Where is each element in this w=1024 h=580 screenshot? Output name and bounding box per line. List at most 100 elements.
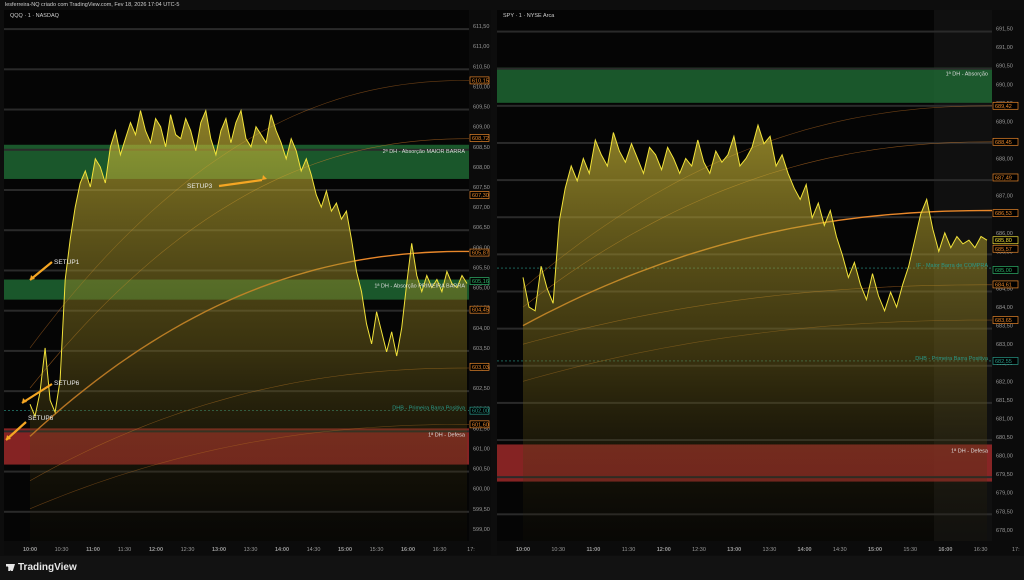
price-tag-label: 684,61 bbox=[995, 282, 1012, 288]
y-tick-label: 679,50 bbox=[996, 472, 1013, 478]
y-tick-label: 602,50 bbox=[473, 386, 490, 392]
setup-label: SETUP3 bbox=[187, 183, 213, 190]
price-tag-label: 604,45 bbox=[472, 308, 489, 314]
price-tag-label: 682,55 bbox=[995, 359, 1012, 365]
y-tick-label: 683,00 bbox=[996, 342, 1013, 348]
price-tag-label: 603,03 bbox=[472, 365, 489, 371]
y-tick-label: 684,00 bbox=[996, 305, 1013, 311]
x-tick-label: 10:30 bbox=[551, 547, 565, 553]
y-tick-label: 689,00 bbox=[996, 119, 1013, 125]
x-tick-label: 12:00 bbox=[657, 547, 671, 553]
price-tag-label: 605,16 bbox=[472, 279, 489, 285]
price-tag-label: 683,65 bbox=[995, 318, 1012, 324]
y-tick-label: 681,00 bbox=[996, 416, 1013, 422]
level-band bbox=[4, 28, 469, 31]
x-tick-label: 13:00 bbox=[727, 547, 741, 553]
y-tick-label: 607,50 bbox=[473, 185, 490, 191]
x-tick-label: 15:30 bbox=[903, 547, 917, 553]
y-tick-label: 686,00 bbox=[996, 231, 1013, 237]
qqq-symbol-label: QQQ · 1 · NASDAQ bbox=[10, 13, 59, 19]
x-tick-label: 16:00 bbox=[401, 547, 415, 553]
y-tick-label: 690,50 bbox=[996, 64, 1013, 70]
price-tag-label: 687,49 bbox=[995, 175, 1012, 181]
x-tick-label: 15:00 bbox=[868, 547, 882, 553]
x-tick-label: 11:00 bbox=[587, 547, 601, 553]
x-tick-label: 14:00 bbox=[798, 547, 812, 553]
level-band bbox=[4, 68, 469, 71]
level-band bbox=[497, 104, 992, 107]
zone-label: 1ª DH - Absorção bbox=[946, 71, 988, 78]
x-tick-label: 17: bbox=[1012, 547, 1020, 553]
spy-chart-panel[interactable]: 1ª DH - Absorção IF - Maior Barra de COMP… bbox=[497, 10, 1020, 555]
x-tick-label: 16:30 bbox=[433, 547, 447, 553]
setup-label: SETUP6 bbox=[54, 380, 80, 387]
y-tick-label: 680,00 bbox=[996, 454, 1013, 460]
y-tick-label: 611,00 bbox=[473, 44, 489, 50]
price-tag-label: 685,80 bbox=[995, 238, 1012, 244]
price-tag-label: 689,42 bbox=[995, 104, 1012, 110]
y-tick-label: 600,50 bbox=[473, 467, 490, 473]
y-tick-label: 604,00 bbox=[473, 326, 490, 332]
x-tick-label: 16:30 bbox=[974, 547, 988, 553]
x-tick-label: 15:30 bbox=[370, 547, 384, 553]
price-tag-label: 602,00 bbox=[472, 409, 489, 415]
y-tick-label: 691,50 bbox=[996, 27, 1013, 33]
y-tick-label: 609,50 bbox=[473, 105, 490, 111]
x-tick-label: 13:00 bbox=[212, 547, 226, 553]
x-tick-label: 14:30 bbox=[833, 547, 847, 553]
y-tick-label: 599,50 bbox=[473, 507, 490, 513]
spy-chart[interactable]: 1ª DH - Absorção IF - Maior Barra de COMP… bbox=[497, 10, 1020, 555]
y-tick-label: 690,00 bbox=[996, 82, 1013, 88]
y-tick-label: 606,50 bbox=[473, 225, 490, 231]
level-band bbox=[497, 30, 992, 33]
zone-label: IF - Maior Barra de COMPRA bbox=[916, 263, 988, 269]
price-tag-label: 685,57 bbox=[995, 247, 1012, 253]
level-band bbox=[4, 108, 469, 111]
y-tick-label: 600,00 bbox=[473, 487, 490, 493]
qqq-chart[interactable]: 2ª DH - Absorção MAIOR BARRA 1ª DH - Abso… bbox=[4, 10, 491, 555]
y-tick-label: 599,00 bbox=[473, 527, 490, 533]
price-tag-label: 686,53 bbox=[995, 211, 1012, 217]
x-tick-label: 11:30 bbox=[622, 547, 635, 553]
x-tick-label: 13:30 bbox=[763, 547, 777, 553]
setup-label: SETUP6 bbox=[28, 415, 54, 422]
y-tick-label: 680,50 bbox=[996, 435, 1013, 441]
y-tick-label: 609,00 bbox=[473, 125, 490, 131]
y-tick-label: 603,50 bbox=[473, 346, 490, 352]
level-band bbox=[497, 141, 992, 144]
x-tick-label: 17: bbox=[467, 547, 475, 553]
y-tick-label: 610,00 bbox=[473, 84, 490, 90]
y-tick-label: 605,00 bbox=[473, 286, 490, 292]
level-band bbox=[497, 67, 992, 70]
y-tick-label: 610,50 bbox=[473, 64, 490, 70]
snapshot-caption: lesferreira-NQ criado com TradingView.co… bbox=[0, 0, 1024, 10]
y-tick-label: 688,00 bbox=[996, 157, 1013, 163]
x-tick-label: 14:00 bbox=[275, 547, 289, 553]
price-tag-label: 610,15 bbox=[472, 78, 489, 84]
x-tick-label: 10:00 bbox=[23, 547, 37, 553]
qqq-chart-panel[interactable]: 2ª DH - Absorção MAIOR BARRA 1ª DH - Abso… bbox=[4, 10, 491, 555]
zone-label: DHB - Primeira Barra Positiva bbox=[915, 356, 989, 362]
setup-label: SETUP1 bbox=[54, 259, 80, 266]
price-tag-label: 601,60 bbox=[472, 422, 489, 428]
x-tick-label: 11:00 bbox=[86, 547, 100, 553]
y-tick-label: 683,50 bbox=[996, 324, 1013, 330]
footer-bar: TradingView bbox=[0, 556, 1024, 580]
brand-name: TradingView bbox=[18, 562, 77, 573]
zone-label: DHB - Primeira Barra Positiva bbox=[392, 406, 466, 412]
price-tag-label: 685,00 bbox=[995, 268, 1012, 274]
y-tick-label: 681,50 bbox=[996, 398, 1013, 404]
y-tick-label: 605,50 bbox=[473, 265, 490, 271]
y-tick-label: 608,00 bbox=[473, 165, 490, 171]
y-tick-label: 607,00 bbox=[473, 205, 490, 211]
x-tick-label: 15:00 bbox=[338, 547, 352, 553]
price-tag-label: 688,45 bbox=[995, 140, 1012, 146]
y-tick-label: 691,00 bbox=[996, 45, 1013, 51]
spy-symbol-label: SPY · 1 · NYSE Arca bbox=[503, 13, 555, 19]
zone-label: 1ª DH - Defesa bbox=[951, 447, 989, 454]
x-tick-label: 16:00 bbox=[938, 547, 952, 553]
y-tick-label: 601,00 bbox=[473, 446, 490, 452]
x-tick-label: 10:00 bbox=[516, 547, 530, 553]
y-tick-label: 678,50 bbox=[996, 509, 1013, 515]
y-tick-label: 611,50 bbox=[473, 24, 489, 30]
